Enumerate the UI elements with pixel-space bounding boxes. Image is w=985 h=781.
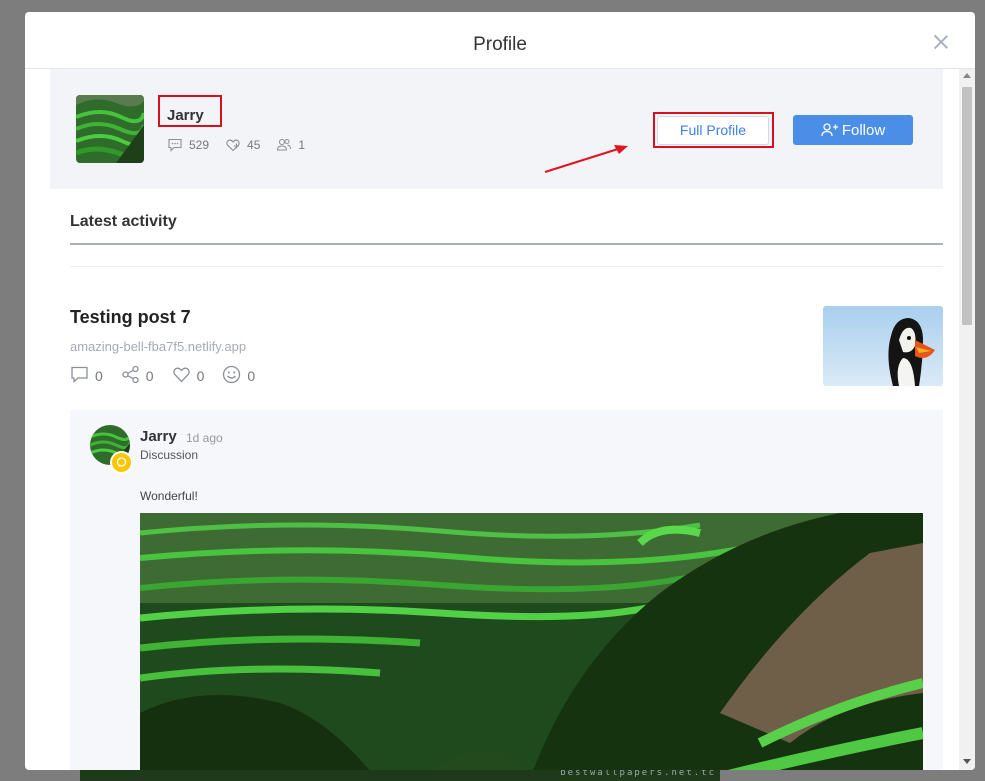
scroll-thumb[interactable] xyxy=(962,87,972,325)
discussion-badge-icon xyxy=(110,451,133,474)
comment-type: Discussion xyxy=(140,448,199,462)
section-divider xyxy=(70,243,943,245)
scroll-down-icon[interactable] xyxy=(963,759,971,764)
comment-text: Wonderful! xyxy=(140,489,198,503)
profile-card: Jarry 529 45 1 Full Profile Follow xyxy=(50,69,943,189)
modal-body[interactable]: Jarry 529 45 1 Full Profile Follow Lates… xyxy=(50,69,958,770)
post-title[interactable]: Testing post 7 xyxy=(70,307,191,328)
heart-icon xyxy=(172,367,190,383)
stat-likes: 45 xyxy=(225,137,260,153)
latest-activity-heading: Latest activity xyxy=(70,213,177,230)
comment-icon xyxy=(168,138,182,152)
annotation-arrow-icon xyxy=(544,145,628,174)
divider xyxy=(70,266,943,267)
heart-icon xyxy=(226,139,240,152)
comment-icon xyxy=(71,366,88,383)
reaction-count-button[interactable]: 0 xyxy=(222,365,255,384)
users-icon xyxy=(277,138,292,151)
profile-stats: 529 45 1 xyxy=(167,137,305,153)
post-thumbnail[interactable] xyxy=(823,306,943,386)
stat-comments: 529 xyxy=(167,137,209,153)
scrollbar[interactable] xyxy=(959,69,975,770)
follow-button[interactable]: Follow xyxy=(793,115,913,145)
close-icon[interactable] xyxy=(933,34,949,50)
modal-header: Profile xyxy=(25,12,975,69)
avatar[interactable] xyxy=(76,95,144,163)
comment-image[interactable] xyxy=(140,513,923,770)
like-count-button[interactable]: 0 xyxy=(172,365,204,384)
share-icon xyxy=(122,365,139,384)
stat-followers: 1 xyxy=(276,137,305,153)
comment-count-button[interactable]: 0 xyxy=(70,365,103,384)
modal-title: Profile xyxy=(473,34,527,55)
comment-author[interactable]: Jarry xyxy=(140,428,177,445)
post-actions: 0 0 0 0 xyxy=(70,365,255,384)
add-user-icon xyxy=(821,123,838,137)
post-url[interactable]: amazing-bell-fba7f5.netlify.app xyxy=(70,339,246,354)
highlight-box-name xyxy=(158,95,222,127)
comment-card: Jarry 1d ago Discussion Wonderful! xyxy=(70,410,943,770)
smiley-icon xyxy=(223,365,241,384)
highlight-box-full-profile xyxy=(653,112,774,148)
comment-time: 1d ago xyxy=(186,431,223,445)
scroll-up-icon[interactable] xyxy=(963,73,971,78)
share-count-button[interactable]: 0 xyxy=(121,365,154,384)
profile-modal: Profile Jarry 529 45 1 Full Profile Foll… xyxy=(25,12,975,770)
